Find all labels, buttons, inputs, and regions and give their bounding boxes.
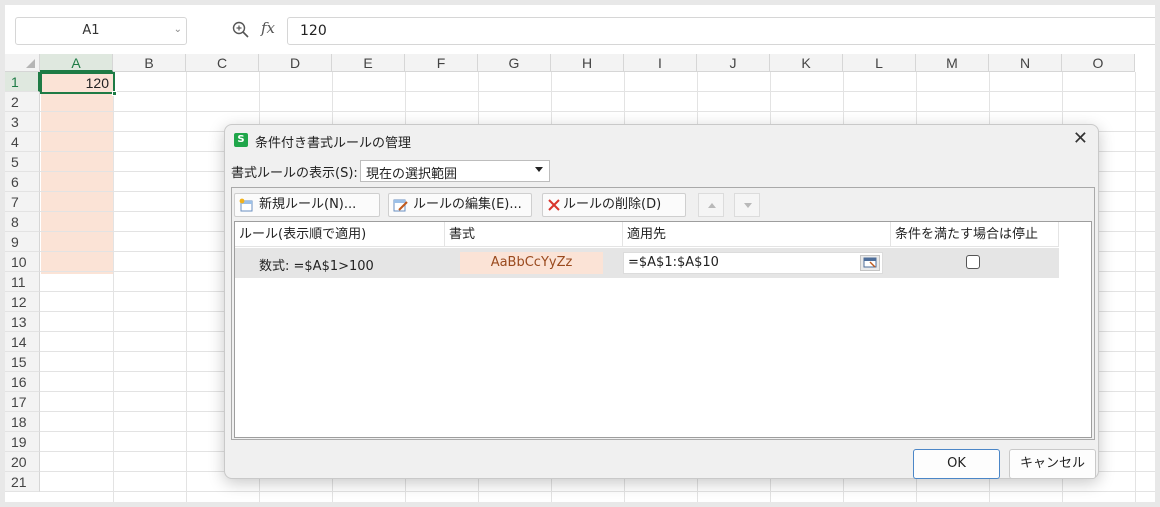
- grid-row-line: [40, 111, 1155, 112]
- column-header-j[interactable]: J: [697, 54, 770, 72]
- dropdown-arrow-icon: [535, 167, 543, 172]
- zoom-icon[interactable]: [231, 20, 251, 40]
- column-header-f[interactable]: F: [405, 54, 478, 72]
- formula-input[interactable]: 120: [287, 17, 1155, 45]
- edit-rule-button[interactable]: ルールの編集(E)...: [388, 193, 532, 217]
- column-header-k[interactable]: K: [770, 54, 843, 72]
- row-header-8[interactable]: 8: [5, 212, 40, 232]
- row-header-20[interactable]: 20: [5, 452, 40, 472]
- format-preview: AaBbCcYyZz: [460, 252, 603, 274]
- row-header-4[interactable]: 4: [5, 132, 40, 152]
- rule-description: 数式: =$A$1>100: [259, 259, 374, 274]
- applies-to-field[interactable]: =$A$1:$A$10: [623, 252, 883, 274]
- rules-panel: 新規ルール(N)... ルールの編集(E)... ルールの削除(D) ルール(表…: [231, 187, 1095, 440]
- row-header-7[interactable]: 7: [5, 192, 40, 212]
- name-box[interactable]: A1 ⌄: [15, 17, 187, 45]
- conditional-highlight-range: [41, 93, 114, 274]
- row-header-21[interactable]: 21: [5, 472, 40, 492]
- column-header-e[interactable]: E: [332, 54, 405, 72]
- delete-rule-label: ルールの削除(D): [563, 197, 662, 212]
- active-cell-a1[interactable]: 120: [40, 72, 117, 96]
- show-rules-select[interactable]: 現在の選択範囲: [360, 160, 550, 182]
- row-header-16[interactable]: 16: [5, 372, 40, 392]
- formula-value: 120: [300, 23, 327, 39]
- new-rule-label: 新規ルール(N)...: [259, 197, 357, 212]
- column-header-h[interactable]: H: [551, 54, 624, 72]
- row-header-11[interactable]: 11: [5, 272, 40, 292]
- app-window: A1 ⌄ fx 120 A B C D E F G H I J K L M N O 1 2 3 4 5 6 7 8 9 10 11…: [5, 5, 1155, 502]
- row-header-9[interactable]: 9: [5, 232, 40, 252]
- row-header-5[interactable]: 5: [5, 152, 40, 172]
- name-box-value: A1: [82, 23, 100, 38]
- column-header-o[interactable]: O: [1062, 54, 1135, 72]
- edit-rule-label: ルールの編集(E)...: [413, 197, 522, 212]
- chevron-down-icon[interactable]: ⌄: [174, 24, 182, 35]
- column-header-rule[interactable]: ルール(表示順で適用): [235, 222, 445, 247]
- stop-if-true-checkbox[interactable]: [966, 255, 980, 269]
- row-header-19[interactable]: 19: [5, 432, 40, 452]
- select-all-corner[interactable]: [5, 54, 40, 72]
- delete-rule-button[interactable]: ルールの削除(D): [542, 193, 686, 217]
- column-header-a[interactable]: A: [40, 54, 113, 72]
- column-header-m[interactable]: M: [916, 54, 989, 72]
- conditional-format-manager-dialog: S 条件付き書式ルールの管理 ✕ 書式ルールの表示(S): 現在の選択範囲 新規…: [224, 124, 1099, 479]
- column-header-b[interactable]: B: [113, 54, 186, 72]
- column-header-format[interactable]: 書式: [445, 222, 623, 247]
- grid-column-line: [1135, 72, 1136, 502]
- ok-button[interactable]: OK: [913, 449, 1000, 479]
- new-rule-button[interactable]: 新規ルール(N)...: [234, 193, 380, 217]
- column-header-n[interactable]: N: [989, 54, 1062, 72]
- row-header-13[interactable]: 13: [5, 312, 40, 332]
- new-rule-icon: [239, 198, 253, 212]
- row-header-14[interactable]: 14: [5, 332, 40, 352]
- row-header-17[interactable]: 17: [5, 392, 40, 412]
- arrow-down-icon: [744, 203, 752, 208]
- fill-handle[interactable]: [112, 91, 117, 96]
- grid-row-line: [40, 491, 1155, 492]
- edit-rule-icon: [393, 199, 408, 212]
- row-header-2[interactable]: 2: [5, 92, 40, 112]
- column-header-g[interactable]: G: [478, 54, 551, 72]
- rule-row[interactable]: 数式: =$A$1>100 AaBbCcYyZz =$A$1:$A$10: [235, 248, 1059, 278]
- fx-icon[interactable]: fx: [261, 19, 275, 37]
- rules-list[interactable]: ルール(表示順で適用) 書式 適用先 条件を満たす場合は停止 数式: =$A$1…: [234, 221, 1092, 438]
- cancel-button[interactable]: キャンセル: [1009, 449, 1096, 479]
- row-header-10[interactable]: 10: [5, 252, 40, 272]
- grid-column-line: [186, 72, 187, 502]
- show-rules-label: 書式ルールの表示(S):: [231, 166, 358, 181]
- column-header-stop-if-true[interactable]: 条件を満たす場合は停止: [891, 222, 1059, 247]
- row-header-3[interactable]: 3: [5, 112, 40, 132]
- column-header-applies-to[interactable]: 適用先: [623, 222, 891, 247]
- dialog-titlebar: S 条件付き書式ルールの管理 ✕: [225, 125, 1098, 153]
- row-header-15[interactable]: 15: [5, 352, 40, 372]
- show-rules-value: 現在の選択範囲: [366, 167, 458, 182]
- formula-bar: A1 ⌄ fx 120: [5, 5, 1155, 49]
- grid-row-line: [40, 91, 1155, 92]
- column-header-l[interactable]: L: [843, 54, 916, 72]
- range-picker-button[interactable]: [860, 255, 880, 271]
- column-header-i[interactable]: I: [624, 54, 697, 72]
- grid-column-line: [113, 72, 114, 502]
- app-logo-icon: S: [234, 133, 248, 147]
- dialog-title: 条件付き書式ルールの管理: [255, 136, 412, 151]
- delete-icon: [548, 199, 560, 211]
- row-header-1[interactable]: 1: [5, 72, 40, 92]
- close-icon[interactable]: ✕: [1073, 128, 1088, 149]
- row-header-6[interactable]: 6: [5, 172, 40, 192]
- applies-to-value: =$A$1:$A$10: [628, 255, 719, 270]
- cell-a1-value: 120: [85, 75, 109, 91]
- move-up-button[interactable]: [698, 193, 724, 217]
- arrow-up-icon: [708, 203, 716, 208]
- row-header-12[interactable]: 12: [5, 292, 40, 312]
- column-header-c[interactable]: C: [186, 54, 259, 72]
- range-picker-icon: [863, 257, 877, 268]
- row-header-18[interactable]: 18: [5, 412, 40, 432]
- move-down-button[interactable]: [734, 193, 760, 217]
- column-header-d[interactable]: D: [259, 54, 332, 72]
